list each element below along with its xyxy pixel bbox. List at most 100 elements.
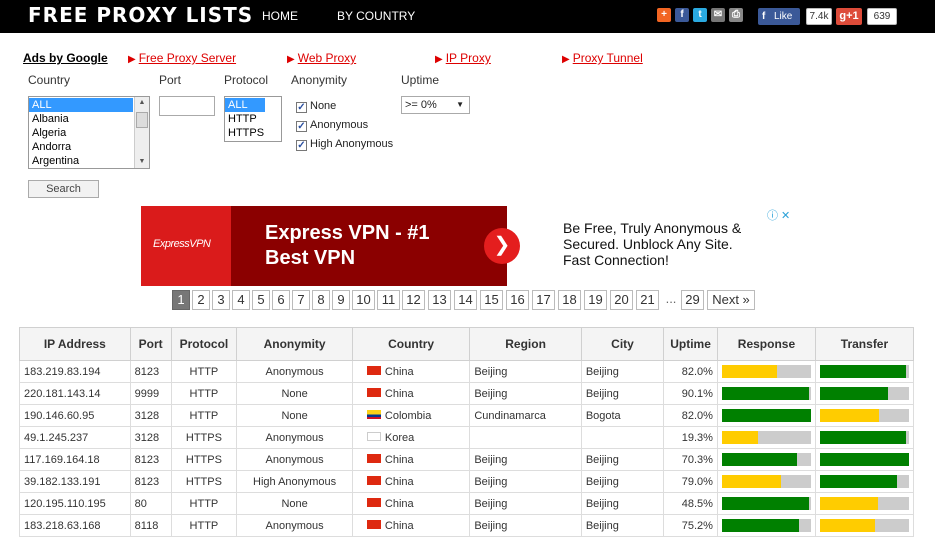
protocol-label: Protocol xyxy=(224,73,269,87)
transfer-bar xyxy=(819,497,909,510)
country-option[interactable]: Albania xyxy=(29,112,149,126)
uptime-cell: 19.3% xyxy=(663,426,718,449)
checkbox-checked-icon[interactable]: ✓ xyxy=(296,140,307,151)
country-option[interactable]: Argentina xyxy=(29,154,149,168)
table-header-row: IP Address Port Protocol Anonymity Count… xyxy=(19,327,915,361)
google-plus-button[interactable]: g+1 xyxy=(836,8,862,25)
facebook-like-button[interactable]: f Like xyxy=(758,8,800,25)
table-row: 183.219.83.194 8123 HTTP Anonymous China Beij… xyxy=(19,360,915,383)
protocol-cell: HTTP xyxy=(170,492,238,515)
column-header[interactable]: Anonymity xyxy=(236,327,353,361)
ad-info-icon[interactable]: ⓘ ✕ xyxy=(767,207,790,223)
column-header[interactable]: Uptime xyxy=(663,327,718,361)
page-link[interactable]: 2 xyxy=(192,290,210,310)
ad-link-proxy-tunnel[interactable]: ▶ Proxy Tunnel xyxy=(562,51,643,65)
page-link[interactable]: 8 xyxy=(312,290,330,310)
nav-by-country[interactable]: BY COUNTRY xyxy=(337,9,415,23)
twitter-icon[interactable]: t xyxy=(693,8,707,22)
protocol-option[interactable]: HTTP xyxy=(225,112,281,126)
share-plus-icon[interactable]: + xyxy=(657,8,671,22)
page-link[interactable]: 14 xyxy=(454,290,477,310)
nav-home[interactable]: HOME xyxy=(262,9,298,23)
column-header[interactable]: Protocol xyxy=(170,327,238,361)
facebook-icon[interactable]: f xyxy=(675,8,689,22)
column-header[interactable]: Port xyxy=(129,327,172,361)
city-cell xyxy=(580,426,665,449)
column-header[interactable]: City xyxy=(580,327,665,361)
uptime-cell: 79.0% xyxy=(663,470,718,493)
column-header[interactable]: Transfer xyxy=(814,327,915,361)
anonymity-none-checkbox[interactable]: ✓ None xyxy=(296,100,336,113)
port-cell: 3128 xyxy=(129,426,172,449)
page-link[interactable]: 3 xyxy=(212,290,230,310)
page-link[interactable]: 1 xyxy=(172,290,190,310)
page-link[interactable]: 4 xyxy=(232,290,250,310)
flag-cn-icon xyxy=(366,387,381,397)
ad-link-ip-proxy[interactable]: ▶ IP Proxy xyxy=(435,51,491,65)
protocol-listbox[interactable]: ALL HTTP HTTPS xyxy=(224,96,282,142)
ad-link-free-proxy-server[interactable]: ▶ Free Proxy Server xyxy=(128,51,236,65)
ads-by-google-link[interactable]: Ads by Google xyxy=(23,51,108,65)
scroll-thumb[interactable] xyxy=(136,112,148,128)
protocol-cell: HTTPS xyxy=(170,448,238,471)
country-listbox[interactable]: ALL Albania Algeria Andorra Argentina ▲ … xyxy=(28,96,150,169)
port-input[interactable] xyxy=(159,96,215,116)
scroll-down-icon[interactable]: ▼ xyxy=(135,156,149,168)
ad-link-web-proxy[interactable]: ▶ Web Proxy xyxy=(287,51,356,65)
page-link[interactable]: 7 xyxy=(292,290,310,310)
protocol-option[interactable]: ALL xyxy=(225,98,265,112)
next-page-button[interactable]: Next » xyxy=(707,290,755,310)
page-link[interactable]: 9 xyxy=(332,290,350,310)
protocol-cell: HTTPS xyxy=(170,426,238,449)
column-header[interactable]: Response xyxy=(716,327,816,361)
response-bar-fill xyxy=(721,453,797,466)
uptime-select[interactable]: >= 0% ▼ xyxy=(401,96,470,114)
ad-banner[interactable]: ExpressVPN Express VPN - #1 Best VPN ❯ B… xyxy=(141,206,794,286)
page-link[interactable]: 12 xyxy=(402,290,425,310)
page-link[interactable]: 13 xyxy=(428,290,451,310)
scroll-up-icon[interactable]: ▲ xyxy=(135,97,149,109)
email-icon[interactable]: ✉ xyxy=(711,8,725,22)
page-link[interactable]: 17 xyxy=(532,290,555,310)
page-link[interactable]: 20 xyxy=(610,290,633,310)
page-link[interactable]: 15 xyxy=(480,290,503,310)
protocol-option[interactable]: HTTPS xyxy=(225,126,281,140)
chevron-right-icon[interactable]: ❯ xyxy=(484,228,520,264)
transfer-bar xyxy=(819,431,909,444)
transfer-cell xyxy=(814,404,915,427)
port-cell: 8118 xyxy=(129,514,172,537)
transfer-bar xyxy=(819,365,909,378)
page-link-last[interactable]: 29 xyxy=(681,290,704,310)
search-button[interactable]: Search xyxy=(28,180,99,198)
country-option[interactable]: ALL xyxy=(29,98,133,112)
page-ellipsis: ... xyxy=(662,290,680,310)
column-header[interactable]: IP Address xyxy=(19,327,131,361)
page-link[interactable]: 11 xyxy=(377,290,400,310)
city-cell: Beijing xyxy=(580,382,665,405)
city-cell: Beijing xyxy=(580,448,665,471)
country-option[interactable]: Algeria xyxy=(29,126,149,140)
page-link[interactable]: 18 xyxy=(558,290,581,310)
anonymity-cell: None xyxy=(236,404,353,427)
column-header[interactable]: Country xyxy=(351,327,471,361)
checkbox-checked-icon[interactable]: ✓ xyxy=(296,121,307,132)
anonymity-anonymous-checkbox[interactable]: ✓ Anonymous xyxy=(296,119,368,132)
page-link[interactable]: 19 xyxy=(584,290,607,310)
city-cell: Beijing xyxy=(580,514,665,537)
table-row: 120.195.110.195 80 HTTP None China Beijing Bei… xyxy=(19,492,915,515)
page-link[interactable]: 21 xyxy=(636,290,659,310)
response-bar xyxy=(721,475,811,488)
page-link[interactable]: 10 xyxy=(352,290,375,310)
checkbox-checked-icon[interactable]: ✓ xyxy=(296,102,307,113)
country-scrollbar[interactable]: ▲ ▼ xyxy=(134,97,149,168)
column-header[interactable]: Region xyxy=(469,327,582,361)
country-option[interactable]: Andorra xyxy=(29,140,149,154)
page-link[interactable]: 5 xyxy=(252,290,270,310)
city-cell: Beijing xyxy=(580,360,665,383)
page-link[interactable]: 6 xyxy=(272,290,290,310)
anonymity-high-checkbox[interactable]: ✓ High Anonymous xyxy=(296,138,393,151)
print-icon[interactable]: ⎙ xyxy=(729,8,743,22)
response-cell xyxy=(716,514,816,537)
page-link[interactable]: 16 xyxy=(506,290,529,310)
site-logo[interactable]: FREE PROXY LISTS xyxy=(28,3,253,27)
